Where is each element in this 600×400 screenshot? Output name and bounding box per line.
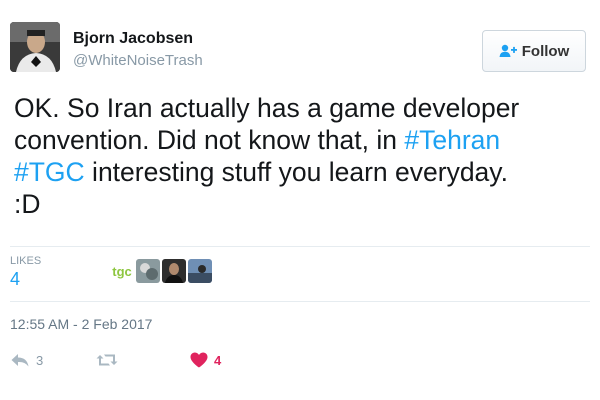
avatar[interactable] — [10, 22, 60, 72]
reply-count: 3 — [36, 352, 44, 368]
user-display-name[interactable]: Bjorn Jacobsen — [73, 30, 193, 48]
tweet-text: OK. So Iran actually has a game develope… — [14, 92, 594, 220]
tweet-text-segment: convention. Did not know that, in — [14, 125, 405, 155]
follow-button[interactable]: Follow — [482, 30, 586, 72]
likes-count[interactable]: 4 — [10, 269, 20, 290]
liker-avatar[interactable] — [162, 259, 186, 283]
heart-icon — [190, 352, 208, 368]
tweet-timestamp[interactable]: 12:55 AM - 2 Feb 2017 — [10, 316, 152, 332]
user-avatar-icon — [188, 259, 212, 283]
add-user-icon — [499, 44, 517, 57]
likers-avatars: tgc — [110, 259, 212, 283]
divider — [10, 246, 590, 247]
liker-avatar-tgc[interactable]: tgc — [110, 259, 134, 283]
hashtag-link[interactable]: #TGC — [14, 157, 85, 187]
retweet-button[interactable] — [96, 348, 124, 372]
like-count: 4 — [214, 352, 222, 368]
user-avatar-icon — [136, 259, 160, 283]
divider — [10, 301, 590, 302]
profile-photo — [10, 22, 60, 72]
tweet-text-segment: :D — [14, 189, 41, 219]
liker-avatar[interactable] — [136, 259, 160, 283]
reply-button[interactable]: 3 — [10, 348, 43, 372]
user-handle[interactable]: @WhiteNoiseTrash — [73, 52, 203, 69]
tgc-logo-icon: tgc — [110, 259, 134, 283]
svg-text:tgc: tgc — [112, 264, 132, 279]
like-button[interactable]: 4 — [190, 348, 221, 372]
liker-avatar[interactable] — [188, 259, 212, 283]
likes-label: LIKES — [10, 255, 42, 267]
follow-button-label: Follow — [521, 42, 570, 60]
user-avatar-icon — [162, 259, 186, 283]
reply-icon — [11, 354, 29, 367]
tweet-text-segment: OK. So Iran actually has a game develope… — [14, 93, 520, 123]
tweet-actions: 3 4 — [10, 348, 590, 372]
tweet-text-segment: interesting stuff you learn everyday. — [84, 157, 508, 187]
retweet-icon — [96, 354, 118, 366]
hashtag-link[interactable]: #Tehran — [404, 125, 500, 155]
